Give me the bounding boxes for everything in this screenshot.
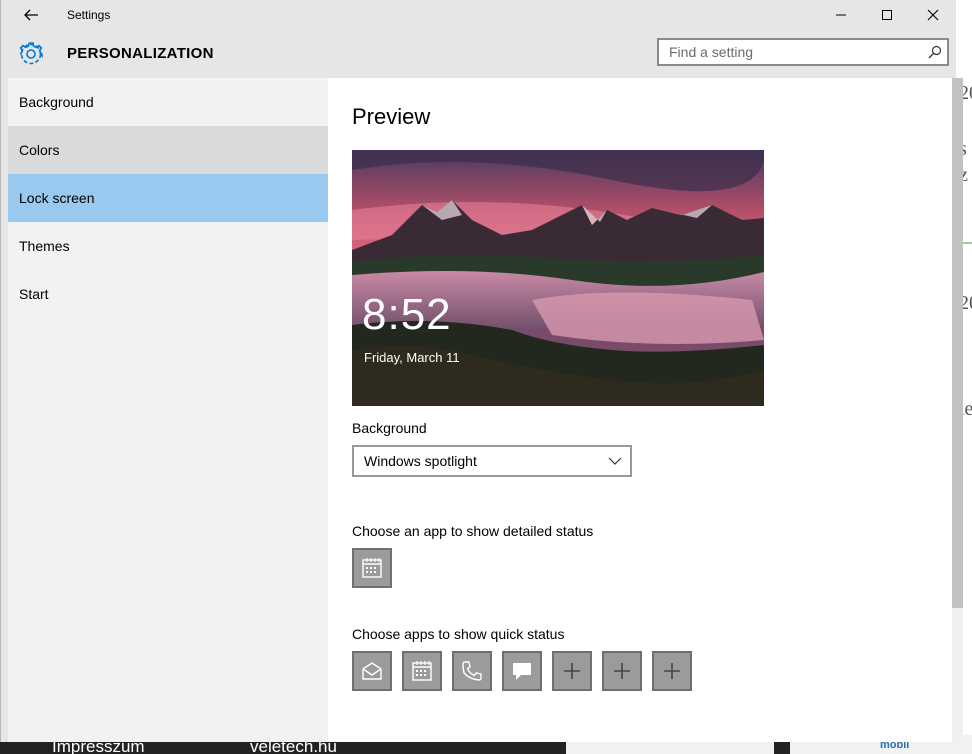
quick-status-add-button[interactable] [602, 651, 642, 691]
sidebar-item-background[interactable]: Background [8, 78, 328, 126]
quick-status-message-button[interactable] [502, 651, 542, 691]
page-title: PERSONALIZATION [67, 45, 214, 62]
quick-status-add-button[interactable] [652, 651, 692, 691]
title-bar: Settings [1, 0, 956, 30]
sidebar-item-label: Colors [19, 142, 60, 158]
lock-screen-preview: 8:52 Friday, March 11 [352, 150, 764, 406]
message-icon [513, 663, 531, 680]
sidebar-item-themes[interactable]: Themes [8, 222, 328, 270]
detailed-status-label: Choose an app to show detailed status [352, 523, 594, 539]
close-button[interactable] [910, 0, 956, 30]
add-icon [564, 663, 580, 679]
maximize-button[interactable] [864, 0, 910, 30]
minimize-icon [836, 14, 846, 16]
sidebar-item-colors[interactable]: Colors [8, 126, 328, 174]
settings-window: Settings PERSONALIZATION Find a setting … [0, 0, 956, 742]
app-title: Settings [67, 8, 111, 22]
calendar-icon [362, 558, 382, 578]
preview-heading: Preview [352, 104, 431, 129]
scrollbar-thumb[interactable] [952, 78, 963, 608]
search-input[interactable] [659, 40, 919, 64]
quick-status-phone-button[interactable] [452, 651, 492, 691]
sidebar-item-label: Background [19, 94, 94, 110]
mail-icon [362, 662, 382, 680]
back-arrow-icon [24, 9, 38, 21]
search-icon[interactable] [928, 45, 942, 59]
background-label: Background [352, 420, 427, 436]
background-dropdown-value: Windows spotlight [364, 453, 477, 469]
add-icon [664, 663, 680, 679]
back-button[interactable] [1, 0, 61, 30]
close-icon [927, 9, 939, 21]
sidebar-item-label: Themes [19, 238, 70, 254]
quick-status-mail-button[interactable] [352, 651, 392, 691]
search-box[interactable] [657, 38, 949, 66]
scrollbar-track[interactable] [952, 608, 963, 742]
sidebar-item-lock-screen[interactable]: Lock screen [8, 174, 328, 222]
sidebar-item-label: Start [19, 286, 49, 302]
detailed-status-app-button[interactable] [352, 548, 392, 588]
sidebar: Background Colors Lock screen Themes Sta… [8, 78, 328, 742]
maximize-icon [882, 10, 892, 20]
landscape-image [352, 150, 764, 406]
page-header: PERSONALIZATION [1, 30, 956, 78]
calendar-icon [412, 661, 432, 681]
minimize-button[interactable] [818, 0, 864, 30]
chevron-down-icon [608, 457, 622, 465]
add-icon [614, 663, 630, 679]
background-dropdown[interactable]: Windows spotlight [352, 445, 632, 477]
quick-status-calendar-button[interactable] [402, 651, 442, 691]
sidebar-item-start[interactable]: Start [8, 270, 328, 318]
content-pane: Preview 8:52 Friday, March 11 Background… [328, 78, 953, 742]
quick-status-add-button[interactable] [552, 651, 592, 691]
phone-icon [462, 661, 482, 681]
gear-icon [19, 42, 43, 65]
preview-clock: 8:52 [362, 290, 452, 339]
window-controls [818, 0, 956, 30]
sidebar-item-label: Lock screen [19, 190, 95, 206]
preview-date: Friday, March 11 [364, 350, 460, 365]
quick-status-label: Choose apps to show quick status [352, 626, 565, 642]
